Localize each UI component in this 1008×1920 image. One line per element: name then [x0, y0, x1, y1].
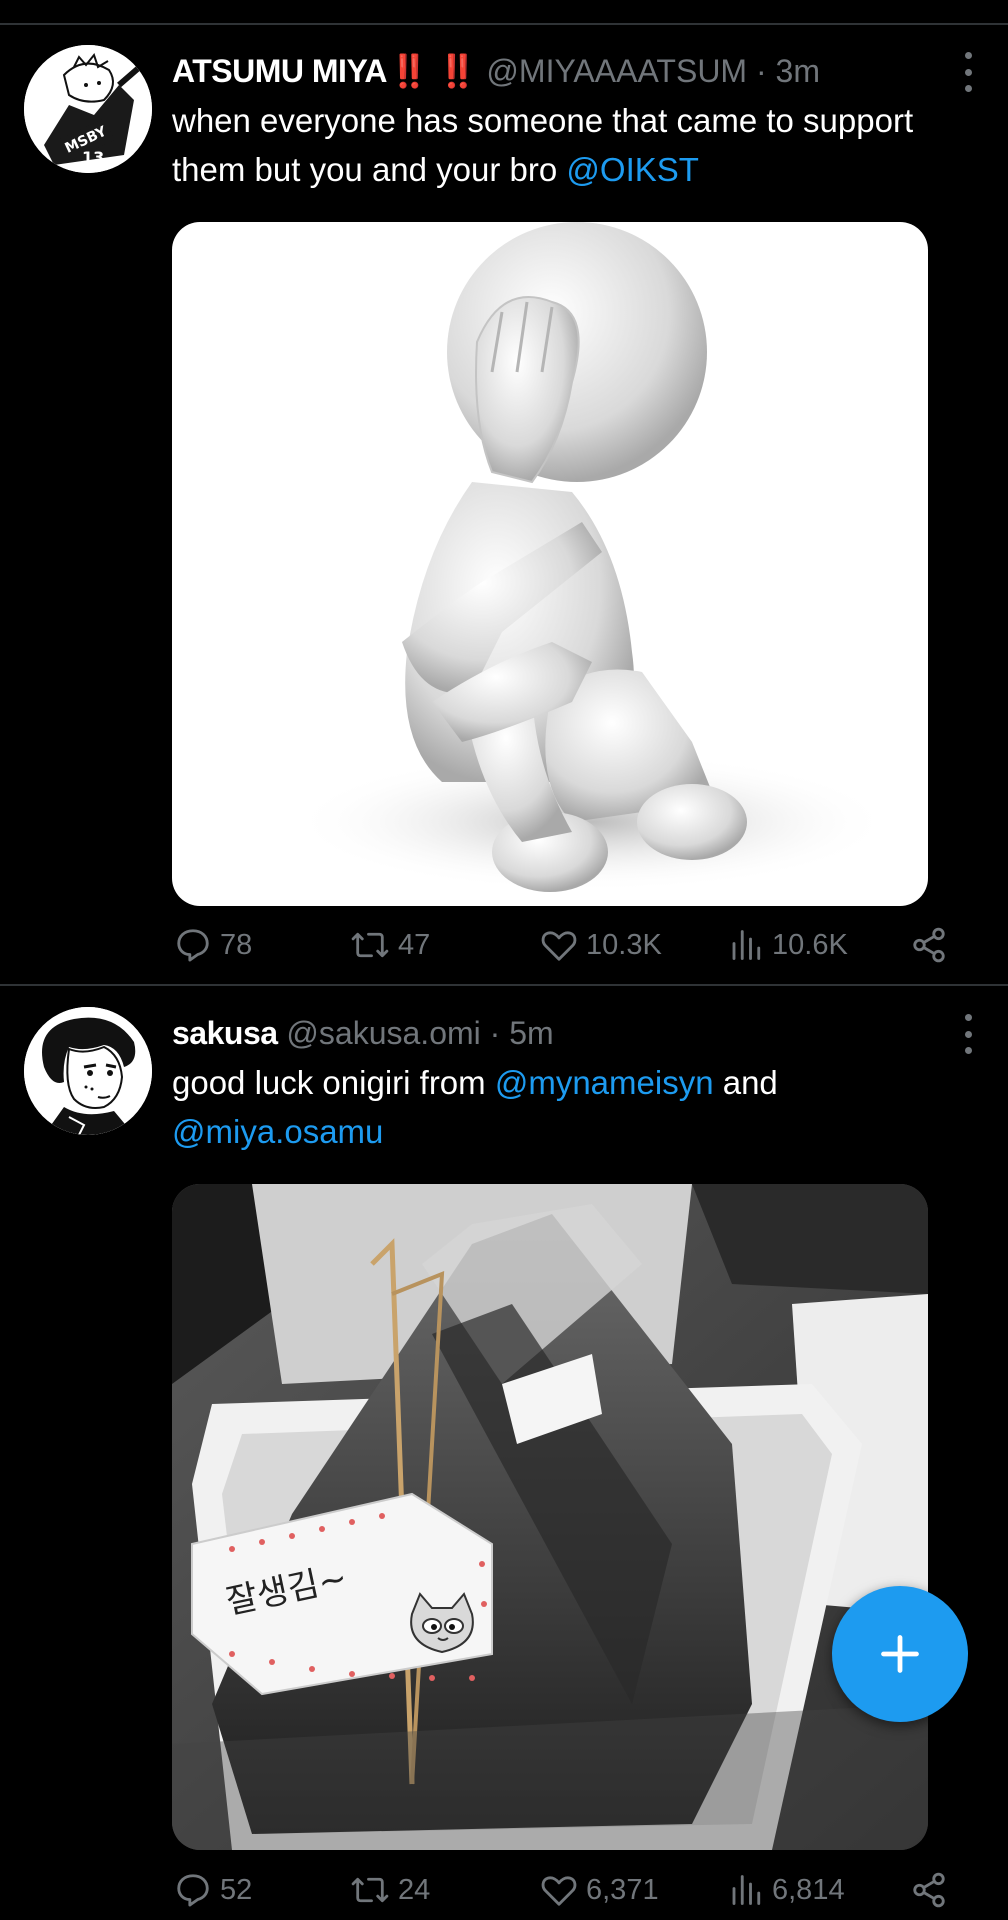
- like-button[interactable]: 10.3K: [540, 920, 662, 970]
- text-segment: good luck onigiri from: [172, 1064, 495, 1101]
- retweet-button[interactable]: 24: [350, 1865, 430, 1915]
- more-options-icon[interactable]: [958, 1014, 978, 1054]
- sad-figure-image: [292, 222, 892, 892]
- views-count: 6,814: [772, 1873, 845, 1906]
- share-icon: [913, 1872, 945, 1908]
- handle[interactable]: @MIYAAAATSUM: [486, 53, 747, 89]
- timestamp[interactable]: 3m: [776, 53, 820, 89]
- plus-icon: [881, 1635, 919, 1673]
- avatar[interactable]: MSBY 13: [24, 45, 152, 173]
- reply-icon: [177, 929, 209, 962]
- like-count: 10.3K: [586, 928, 662, 961]
- retweet-icon: [351, 932, 389, 958]
- views-icon: [732, 930, 761, 960]
- emoji-badge: ‼️ ‼️: [388, 53, 478, 89]
- mention-link[interactable]: @mynameisyn: [495, 1064, 714, 1101]
- mention-link[interactable]: @OIKST: [566, 151, 699, 188]
- views-icon: [732, 1875, 761, 1905]
- handle[interactable]: @sakusa.omi: [286, 1015, 480, 1051]
- tweet-actions: 78 47 10.3K 10.6K: [172, 920, 962, 970]
- tweet-header: sakusa @sakusa.omi · 5m: [172, 1009, 928, 1057]
- tweet-divider: [0, 984, 1008, 986]
- tweet-image[interactable]: [172, 222, 928, 906]
- heart-icon: [541, 931, 577, 961]
- like-count: 6,371: [586, 1873, 659, 1906]
- like-button[interactable]: 6,371: [540, 1865, 659, 1915]
- reply-count: 78: [220, 928, 253, 961]
- separator: ·: [755, 53, 767, 89]
- tweet-actions: 52 24 6,371 6,814: [172, 1865, 962, 1915]
- reply-button[interactable]: 78: [174, 920, 252, 970]
- views-button[interactable]: 6,814: [728, 1865, 845, 1915]
- svg-text:13: 13: [82, 148, 104, 167]
- share-button[interactable]: [910, 920, 948, 970]
- tweet-image[interactable]: 잘생김~: [172, 1184, 928, 1850]
- compose-tweet-button[interactable]: [832, 1586, 968, 1722]
- share-button[interactable]: [910, 1865, 948, 1915]
- share-icon: [913, 927, 945, 963]
- reply-icon: [177, 1874, 209, 1907]
- heart-icon: [541, 1876, 577, 1906]
- retweet-count: 24: [398, 1873, 431, 1906]
- reply-count: 52: [220, 1873, 253, 1906]
- more-options-icon[interactable]: [958, 52, 978, 92]
- tweet-text: when everyone has someone that came to s…: [172, 96, 968, 194]
- separator: ·: [489, 1015, 501, 1051]
- timestamp[interactable]: 5m: [509, 1015, 553, 1051]
- retweet-icon: [351, 1877, 389, 1903]
- avatar[interactable]: [24, 1007, 152, 1135]
- retweet-count: 47: [398, 928, 431, 961]
- text-segment: when everyone has someone that came to s…: [172, 102, 914, 188]
- display-name[interactable]: sakusa: [172, 1015, 278, 1051]
- display-name[interactable]: ATSUMU MIYA: [172, 53, 387, 89]
- views-button[interactable]: 10.6K: [728, 920, 848, 970]
- tweet-header: ATSUMU MIYA‼️ ‼️ @MIYAAAATSUM · 3m: [172, 47, 928, 95]
- tweet-text: good luck onigiri from @mynameisyn and @…: [172, 1058, 968, 1156]
- text-segment: and: [713, 1064, 778, 1101]
- reply-button[interactable]: 52: [174, 1865, 252, 1915]
- mention-link[interactable]: @miya.osamu: [172, 1113, 383, 1150]
- retweet-button[interactable]: 47: [350, 920, 430, 970]
- views-count: 10.6K: [772, 928, 848, 961]
- onigiri-photo: 잘생김~: [172, 1184, 928, 1850]
- top-divider: [0, 23, 1008, 25]
